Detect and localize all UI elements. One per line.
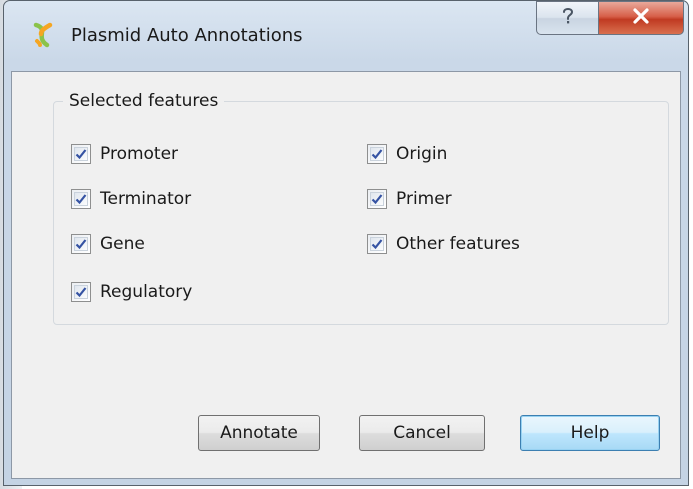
plasmid-app-icon bbox=[31, 21, 57, 49]
feature-promoter[interactable]: Promoter bbox=[71, 142, 178, 166]
feature-label: Primer bbox=[396, 189, 452, 209]
feature-primer[interactable]: Primer bbox=[367, 187, 452, 211]
feature-label: Origin bbox=[396, 144, 448, 164]
promoter-checkbox[interactable] bbox=[71, 144, 91, 164]
help-caption-button[interactable] bbox=[536, 1, 598, 35]
feature-label: Terminator bbox=[100, 189, 192, 209]
feature-terminator[interactable]: Terminator bbox=[71, 187, 191, 211]
origin-checkbox[interactable] bbox=[367, 144, 387, 164]
regulatory-checkbox[interactable] bbox=[71, 282, 91, 302]
feature-gene[interactable]: Gene bbox=[71, 232, 145, 256]
feature-origin[interactable]: Origin bbox=[367, 142, 447, 166]
feature-regulatory[interactable]: Regulatory bbox=[71, 280, 192, 304]
check-mark-icon bbox=[75, 239, 87, 250]
question-mark-icon bbox=[559, 6, 577, 30]
check-mark-icon bbox=[371, 194, 383, 205]
help-button[interactable]: Help bbox=[520, 415, 660, 451]
check-mark-icon bbox=[371, 149, 383, 160]
feature-label: Gene bbox=[100, 234, 145, 254]
group-legend: Selected features bbox=[63, 91, 225, 111]
other-features-checkbox[interactable] bbox=[367, 234, 387, 254]
feature-label: Other features bbox=[396, 234, 520, 254]
check-mark-icon bbox=[75, 149, 87, 160]
feature-other-features[interactable]: Other features bbox=[367, 232, 520, 256]
check-mark-icon bbox=[371, 239, 383, 250]
terminator-checkbox[interactable] bbox=[71, 189, 91, 209]
check-mark-icon bbox=[75, 194, 87, 205]
close-x-icon bbox=[631, 7, 651, 29]
primer-checkbox[interactable] bbox=[367, 189, 387, 209]
check-mark-icon bbox=[75, 287, 87, 298]
dialog-client-area: Selected features Promoter Terminator Ge… bbox=[11, 71, 681, 479]
feature-label: Promoter bbox=[100, 144, 179, 164]
window-title: Plasmid Auto Annotations bbox=[71, 25, 303, 46]
dialog-window: Plasmid Auto Annotations Selected featur… bbox=[3, 0, 689, 486]
title-bar[interactable]: Plasmid Auto Annotations bbox=[4, 1, 688, 71]
cancel-button[interactable]: Cancel bbox=[359, 415, 485, 451]
gene-checkbox[interactable] bbox=[71, 234, 91, 254]
close-caption-button[interactable] bbox=[598, 1, 684, 35]
feature-label: Regulatory bbox=[100, 282, 193, 302]
annotate-button[interactable]: Annotate bbox=[198, 415, 320, 451]
